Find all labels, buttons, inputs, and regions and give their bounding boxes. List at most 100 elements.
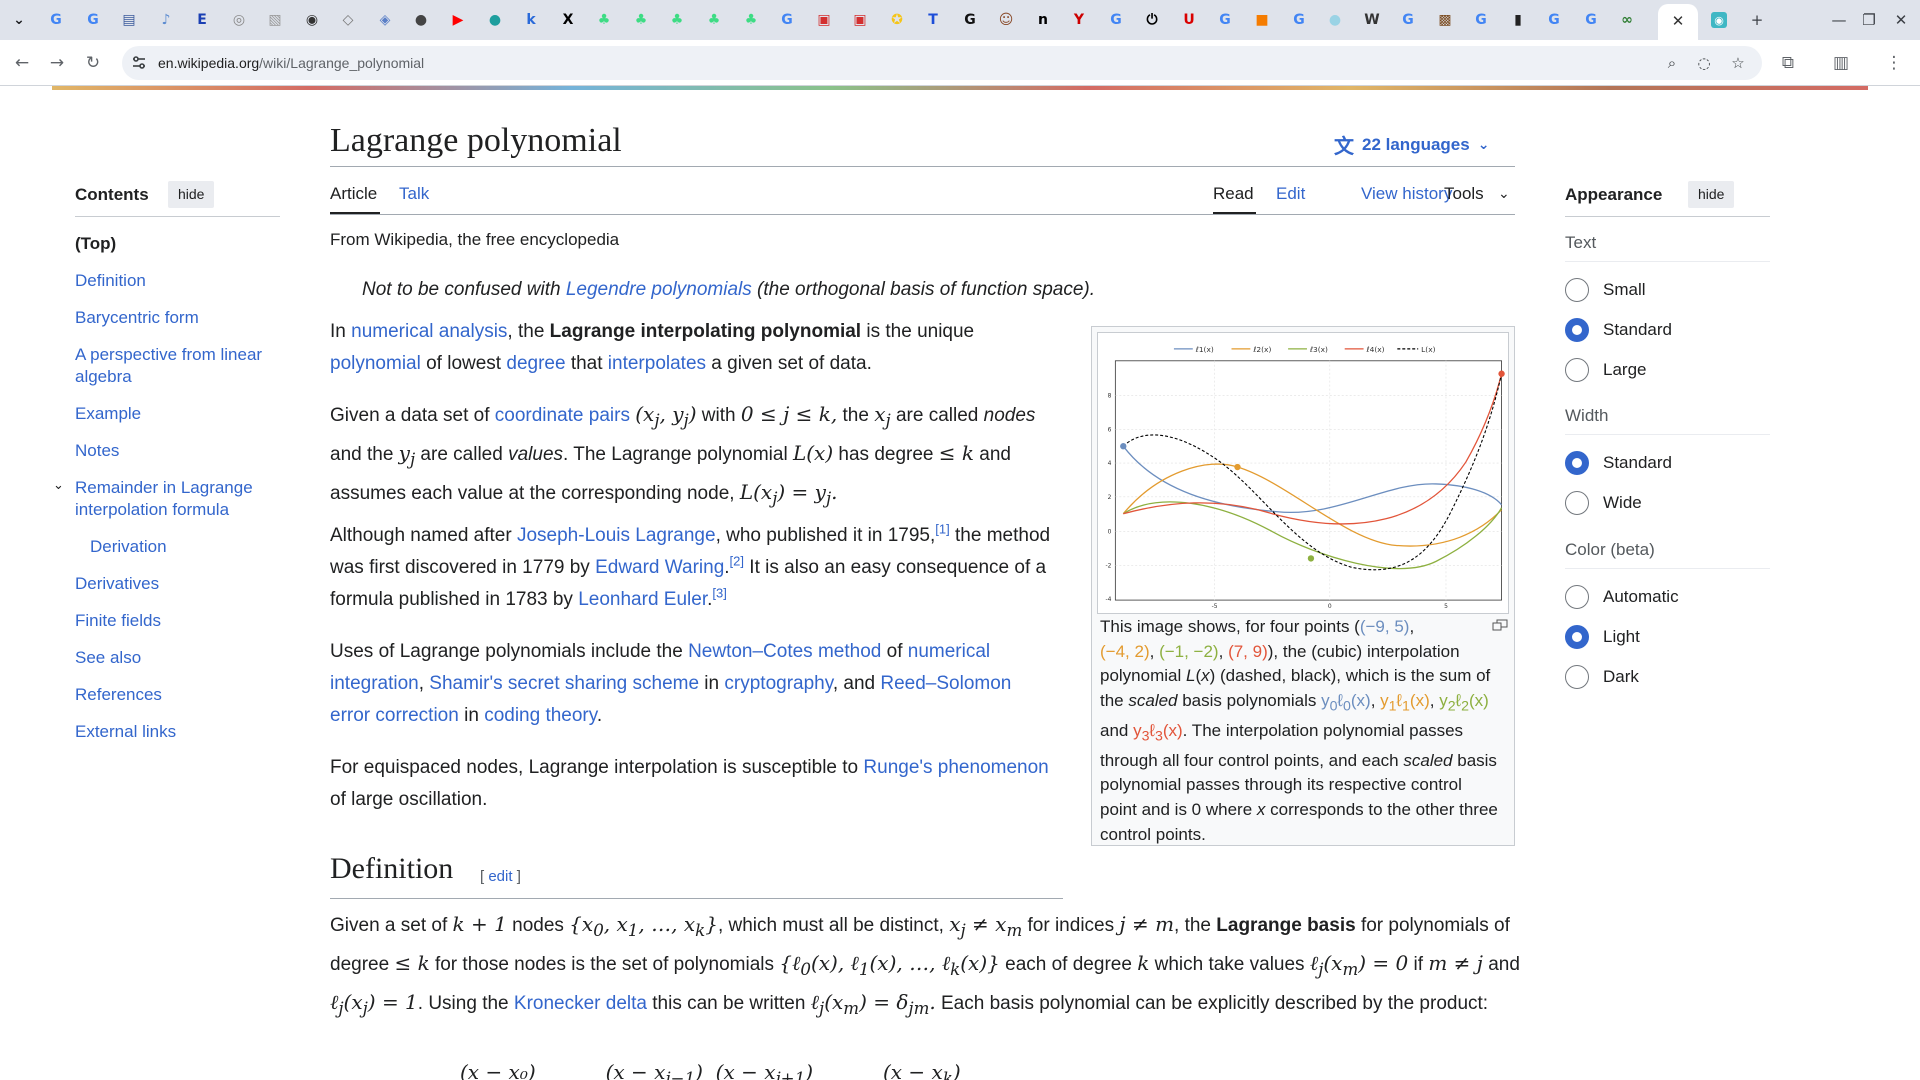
new-tab-button[interactable]: + bbox=[1742, 8, 1772, 32]
tab-e-icon[interactable]: E bbox=[191, 9, 213, 31]
tab-view-history[interactable]: View history bbox=[1361, 184, 1452, 204]
close-window-icon[interactable]: ✕ bbox=[1886, 8, 1916, 32]
close-tab-icon[interactable]: ✕ bbox=[1668, 12, 1688, 32]
link-runge[interactable]: Runge's phenomenon bbox=[863, 757, 1048, 778]
tab-n-icon[interactable]: n bbox=[1032, 9, 1054, 31]
tab-google-icon[interactable]: G bbox=[1397, 9, 1419, 31]
toc-item-references[interactable]: References bbox=[75, 684, 162, 706]
tab-u-icon[interactable]: U bbox=[1178, 9, 1200, 31]
appearance-hide-button[interactable]: hide bbox=[1688, 181, 1735, 208]
tab-chevron-down-icon[interactable]: ⌄ bbox=[8, 9, 30, 31]
tab-t-icon[interactable]: T bbox=[922, 9, 944, 31]
chevron-down-icon[interactable]: ⌄ bbox=[53, 478, 64, 493]
citation-3[interactable]: [3] bbox=[712, 586, 726, 601]
extensions-icon[interactable]: ⧉ bbox=[1774, 49, 1802, 77]
tab-android-icon[interactable]: ♣ bbox=[666, 9, 688, 31]
link-lagrange[interactable]: Joseph-Louis Lagrange bbox=[517, 525, 716, 546]
tab-google-icon[interactable]: G bbox=[1214, 9, 1236, 31]
tab-article[interactable]: Article bbox=[330, 184, 377, 204]
toc-item-finite-fields[interactable]: Finite fields bbox=[75, 610, 161, 632]
radio-color-light[interactable]: Light bbox=[1565, 625, 1640, 649]
tab-android-icon[interactable]: ♣ bbox=[740, 9, 762, 31]
tab-docs-icon[interactable]: ▤ bbox=[118, 9, 140, 31]
back-icon[interactable]: ← bbox=[8, 49, 36, 77]
radio-color-dark[interactable]: Dark bbox=[1565, 665, 1639, 689]
tab-google-icon[interactable]: G bbox=[45, 9, 67, 31]
tab-compass-icon[interactable]: ◉ bbox=[301, 9, 323, 31]
link-polynomial[interactable]: polynomial bbox=[330, 353, 421, 374]
tab-y-icon[interactable]: Y bbox=[1068, 9, 1090, 31]
tab-android-icon[interactable]: ♣ bbox=[630, 9, 652, 31]
tab-tools[interactable]: Tools bbox=[1444, 184, 1484, 204]
menu-icon[interactable]: ⋮ bbox=[1880, 49, 1908, 77]
link-interpolates[interactable]: interpolates bbox=[608, 353, 706, 374]
tab-talk[interactable]: Talk bbox=[399, 184, 429, 204]
citation-1[interactable]: [1] bbox=[935, 522, 949, 537]
tab-shield-icon[interactable]: ◈ bbox=[374, 9, 396, 31]
link-coordinate-pairs[interactable]: coordinate pairs bbox=[495, 405, 630, 426]
link-kronecker-delta[interactable]: Kronecker delta bbox=[514, 993, 647, 1014]
tab-avatar-icon[interactable]: ☺ bbox=[995, 9, 1017, 31]
languages-button[interactable]: 文 22 languages ⌄ bbox=[1334, 130, 1489, 159]
toc-item-derivatives[interactable]: Derivatives bbox=[75, 573, 159, 595]
tab-ribbon-icon[interactable]: ✪ bbox=[886, 9, 908, 31]
link-cryptography[interactable]: cryptography bbox=[724, 673, 832, 694]
tab-favicon-icon[interactable]: ◉ bbox=[1708, 9, 1730, 31]
radio-color-automatic[interactable]: Automatic bbox=[1565, 585, 1679, 609]
radio-width-wide[interactable]: Wide bbox=[1565, 491, 1642, 515]
address-bar[interactable]: en.wikipedia.org/wiki/Lagrange_polynomia… bbox=[122, 46, 1762, 80]
site-info-icon[interactable] bbox=[130, 54, 148, 72]
toc-item-external-links[interactable]: External links bbox=[75, 721, 176, 743]
bookmark-star-icon[interactable]: ☆ bbox=[1728, 53, 1748, 73]
link-euler[interactable]: Leonhard Euler bbox=[578, 589, 707, 610]
tab-news-icon[interactable]: ▣ bbox=[813, 9, 835, 31]
tab-link-icon[interactable]: ∞ bbox=[1616, 9, 1638, 31]
tab-wikipedia-icon[interactable]: W bbox=[1361, 9, 1383, 31]
interpolation-plot[interactable]: ℓ1(x) ℓ2(x) ℓ3(x) ℓ4(x) L(x) -5 0 5 8 6 … bbox=[1097, 332, 1509, 614]
tab-x-icon[interactable]: X bbox=[557, 9, 579, 31]
tab-attachment-icon[interactable]: ◎ bbox=[228, 9, 250, 31]
restore-icon[interactable]: ❐ bbox=[1854, 8, 1884, 32]
radio-text-large[interactable]: Large bbox=[1565, 358, 1646, 382]
toc-item-example[interactable]: Example bbox=[75, 403, 141, 425]
toc-item-derivation[interactable]: Derivation bbox=[90, 536, 167, 558]
tab-google-icon[interactable]: G bbox=[1470, 9, 1492, 31]
minimize-icon[interactable]: — bbox=[1824, 8, 1854, 32]
toc-hide-button[interactable]: hide bbox=[168, 181, 215, 208]
tab-globe-icon[interactable]: ● bbox=[410, 9, 432, 31]
link-numerical-analysis[interactable]: numerical analysis bbox=[351, 321, 507, 342]
link-waring[interactable]: Edward Waring bbox=[595, 557, 724, 578]
link-newton-cotes[interactable]: Newton–Cotes method bbox=[688, 641, 881, 662]
toc-item-top[interactable]: (Top) bbox=[75, 233, 116, 255]
tab-android-icon[interactable]: ♣ bbox=[593, 9, 615, 31]
toc-item-barycentric[interactable]: Barycentric form bbox=[75, 307, 199, 329]
tab-google-icon[interactable]: G bbox=[1543, 9, 1565, 31]
tab-power-icon[interactable]: ⏻ bbox=[1141, 9, 1163, 31]
tab-android-icon[interactable]: ♣ bbox=[703, 9, 725, 31]
section-edit-link[interactable]: [ edit ] bbox=[480, 868, 521, 885]
tab-shield-icon[interactable]: ◇ bbox=[337, 9, 359, 31]
tab-read[interactable]: Read bbox=[1213, 184, 1254, 204]
hatnote-link[interactable]: Legendre polynomials bbox=[566, 279, 752, 300]
link-shamir[interactable]: Shamir's secret sharing scheme bbox=[429, 673, 699, 694]
toc-item-remainder[interactable]: Remainder in Lagrange interpolation form… bbox=[75, 477, 285, 521]
zoom-icon[interactable]: ⌕ bbox=[1662, 53, 1682, 73]
tab-google-icon[interactable]: G bbox=[1105, 9, 1127, 31]
tab-edit[interactable]: Edit bbox=[1276, 184, 1305, 204]
tab-image-icon[interactable]: ▧ bbox=[264, 9, 286, 31]
tab-k-icon[interactable]: k bbox=[520, 9, 542, 31]
radio-text-standard[interactable]: Standard bbox=[1565, 318, 1672, 342]
link-coding-theory[interactable]: coding theory bbox=[484, 705, 597, 726]
tab-photo-icon[interactable]: ▩ bbox=[1434, 9, 1456, 31]
tab-google-icon[interactable]: G bbox=[776, 9, 798, 31]
radio-text-small[interactable]: Small bbox=[1565, 278, 1646, 302]
toc-item-linear-algebra[interactable]: A perspective from linear algebra bbox=[75, 344, 285, 388]
reload-icon[interactable]: ↻ bbox=[79, 49, 107, 77]
reading-mode-icon[interactable]: ▥ bbox=[1827, 49, 1855, 77]
chevron-down-icon[interactable]: ⌄ bbox=[1498, 186, 1510, 202]
tab-circle-icon[interactable]: ● bbox=[484, 9, 506, 31]
tab-google-icon[interactable]: G bbox=[82, 9, 104, 31]
toc-item-notes[interactable]: Notes bbox=[75, 440, 119, 462]
url-text[interactable]: en.wikipedia.org/wiki/Lagrange_polynomia… bbox=[158, 55, 424, 71]
tab-chat-icon[interactable]: ● bbox=[1324, 9, 1346, 31]
